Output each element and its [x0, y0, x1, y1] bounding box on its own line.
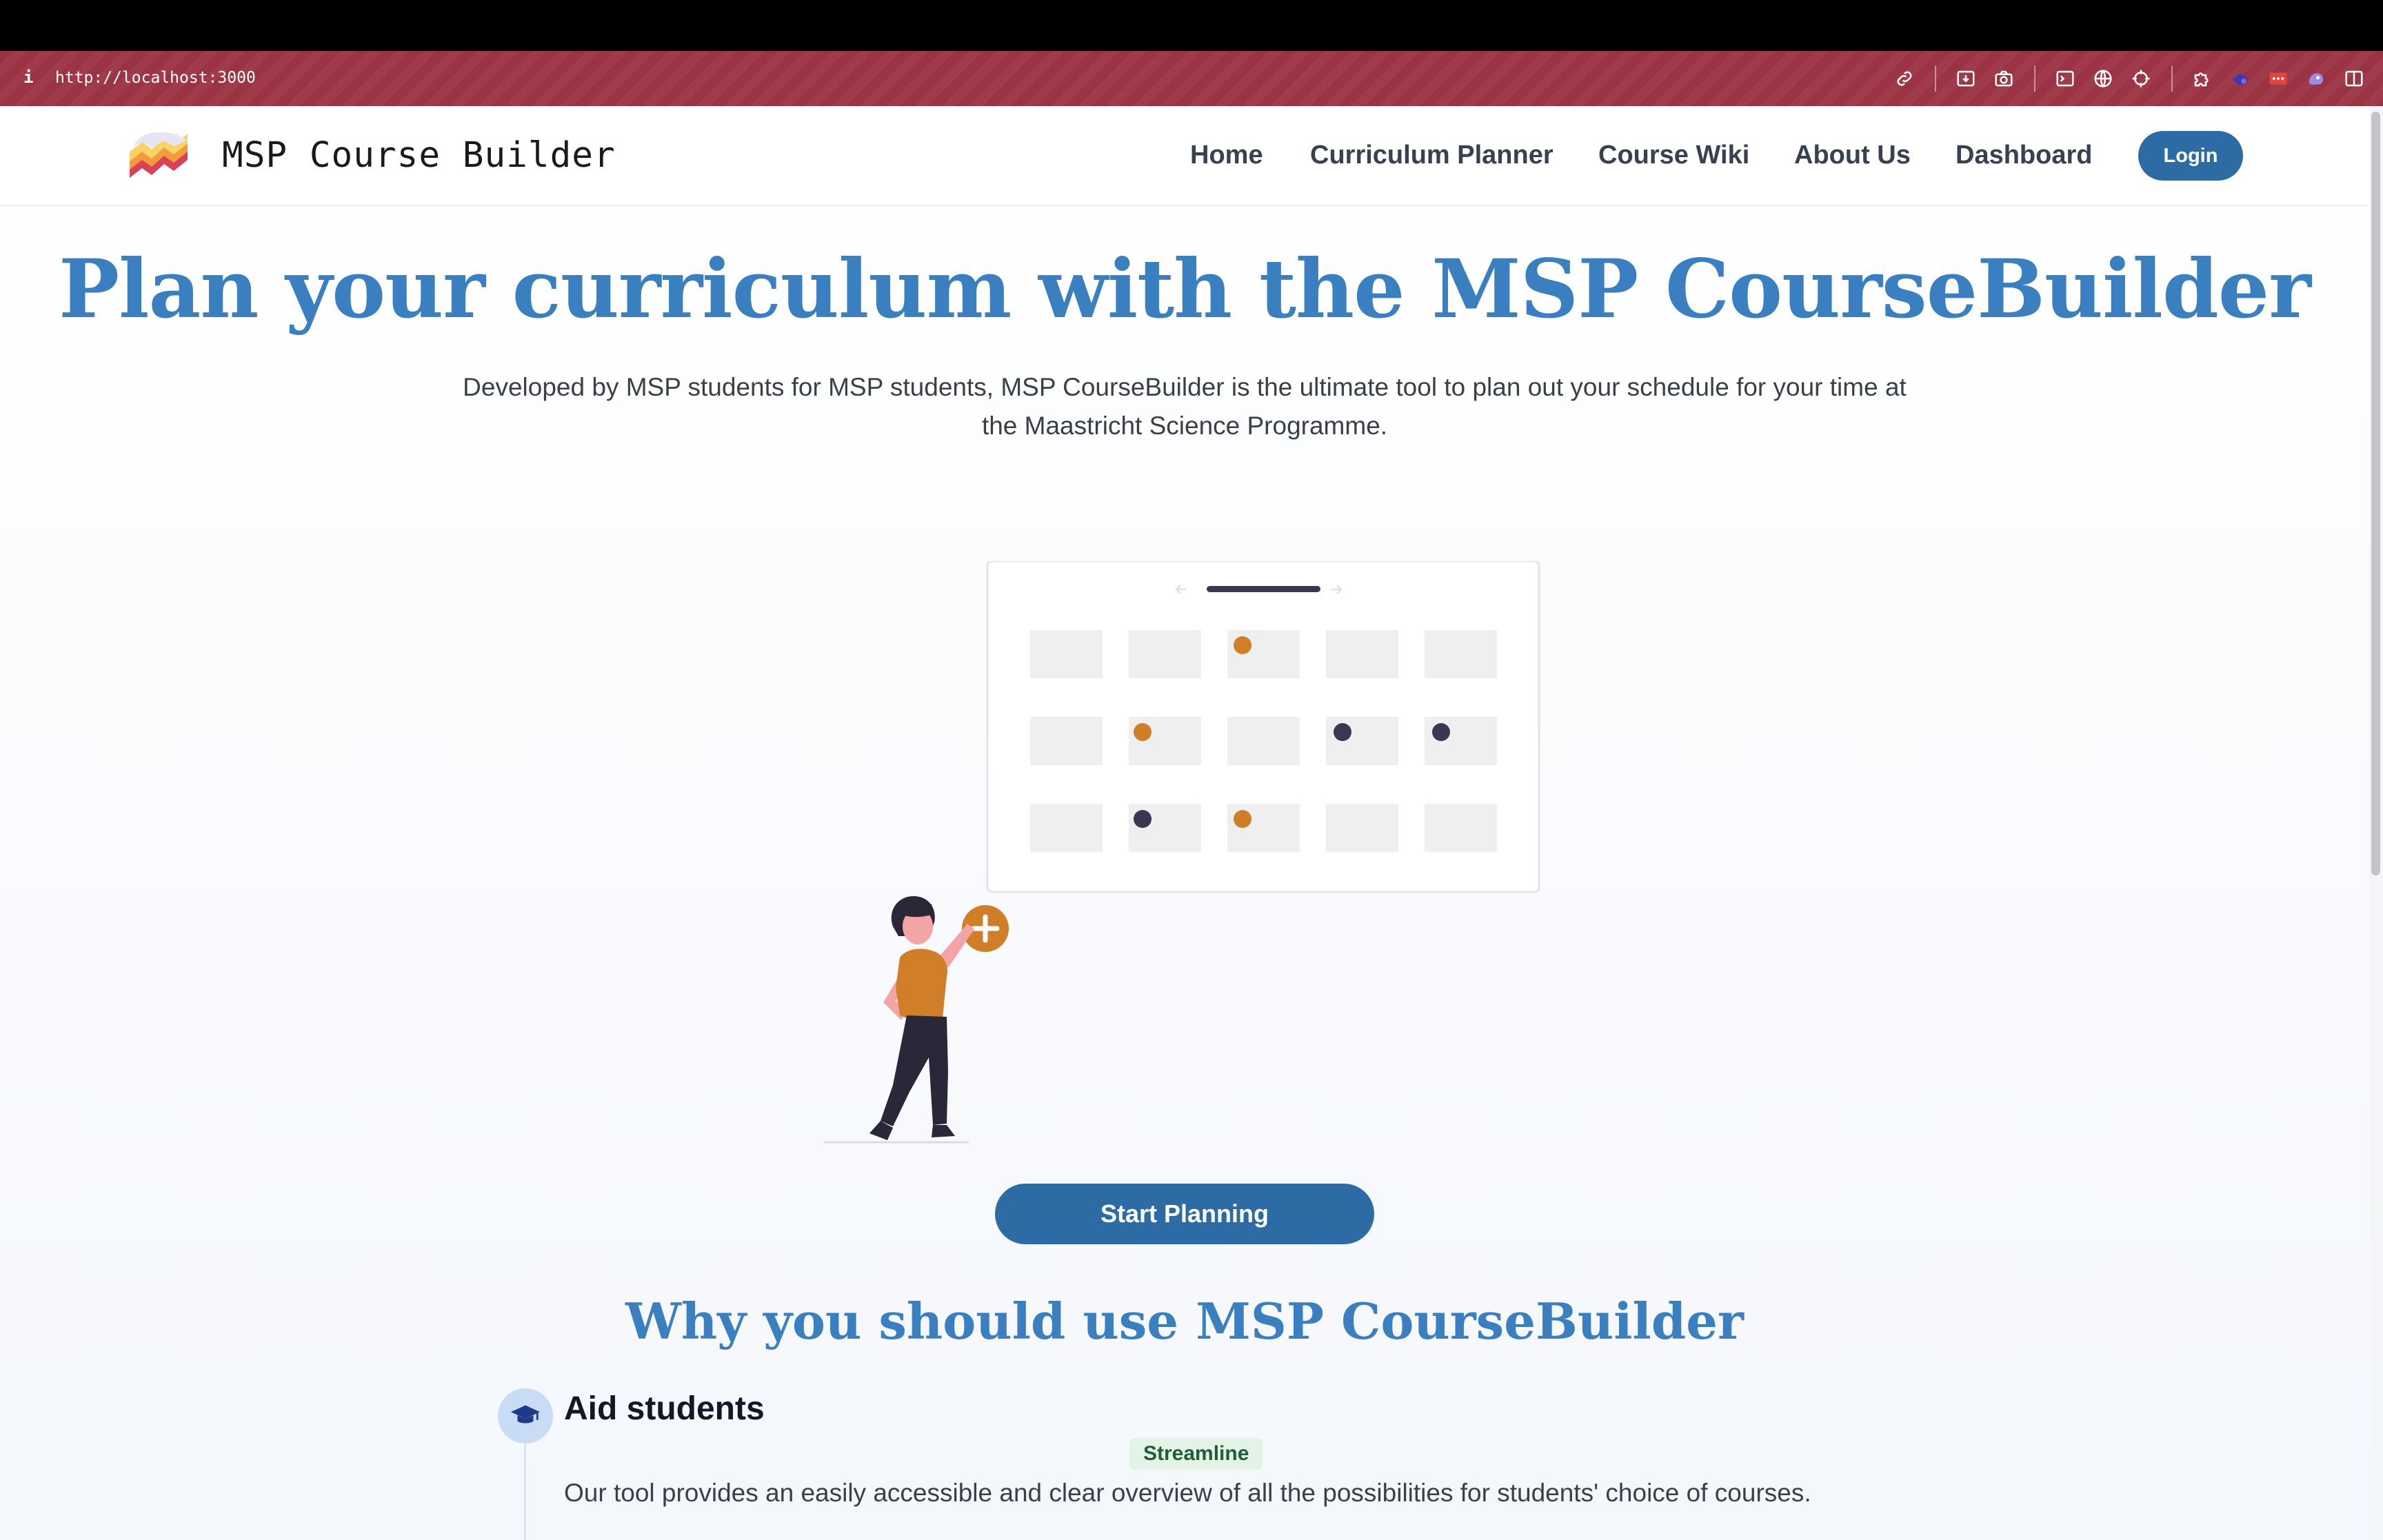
- extension-icon[interactable]: [2301, 63, 2331, 94]
- timeline-line: [524, 1443, 526, 1540]
- toolbar-separator: [1935, 65, 1936, 92]
- page-content: MSP Course Builder Home Curriculum Plann…: [0, 106, 2383, 1540]
- download-icon[interactable]: [1951, 63, 1981, 94]
- sidebar-icon[interactable]: [2339, 63, 2369, 94]
- feature-title: Aid students: [564, 1390, 765, 1427]
- feature-description: Our tool provides an easily accessible a…: [564, 1479, 1811, 1507]
- hero-subtitle: Developed by MSP students for MSP studen…: [463, 373, 1907, 440]
- nav-link-curriculum-planner[interactable]: Curriculum Planner: [1310, 141, 1554, 170]
- brand-name[interactable]: MSP Course Builder: [222, 135, 616, 176]
- logo-icon[interactable]: [124, 125, 193, 188]
- nav-link-course-wiki[interactable]: Course Wiki: [1598, 141, 1749, 170]
- nav-link-dashboard[interactable]: Dashboard: [1955, 141, 2092, 170]
- toolbar-separator: [2171, 65, 2173, 92]
- browser-toolbar: i http://localhost:3000: [0, 51, 2383, 106]
- nav-link-home[interactable]: Home: [1190, 141, 1263, 170]
- calendar-illustration: [986, 560, 1540, 893]
- url-bar[interactable]: http://localhost:3000: [55, 69, 256, 87]
- start-planning-button[interactable]: Start Planning: [995, 1184, 1374, 1244]
- why-section-title: Why you should use MSP CourseBuilder: [625, 1292, 1744, 1350]
- terminal-icon[interactable]: [2050, 63, 2080, 94]
- hero-illustration: [824, 560, 1548, 1250]
- hero-title: Plan your curriculum with the MSP Course…: [59, 241, 2311, 336]
- graduation-cap-icon: [498, 1388, 553, 1443]
- extension-icon[interactable]: [2225, 63, 2255, 94]
- link-icon[interactable]: [1889, 63, 1920, 94]
- info-icon[interactable]: i: [23, 68, 33, 87]
- scrollbar-thumb[interactable]: [2371, 112, 2380, 875]
- feature-badge: Streamline: [1129, 1438, 1263, 1470]
- scrollbar-track[interactable]: [2369, 106, 2383, 1540]
- window-top-strip: [0, 0, 2383, 51]
- crosshair-icon[interactable]: [2126, 63, 2156, 94]
- toolbar-separator: [2034, 65, 2035, 92]
- nav-link-about-us[interactable]: About Us: [1794, 141, 1911, 170]
- camera-icon[interactable]: [1989, 63, 2019, 94]
- person-illustration: [824, 896, 974, 1144]
- globe-icon[interactable]: [2088, 63, 2118, 94]
- puzzle-icon[interactable]: [2187, 63, 2218, 94]
- extension-icon[interactable]: [2263, 63, 2293, 94]
- site-navbar: MSP Course Builder Home Curriculum Plann…: [0, 106, 2369, 206]
- login-button[interactable]: Login: [2138, 131, 2243, 181]
